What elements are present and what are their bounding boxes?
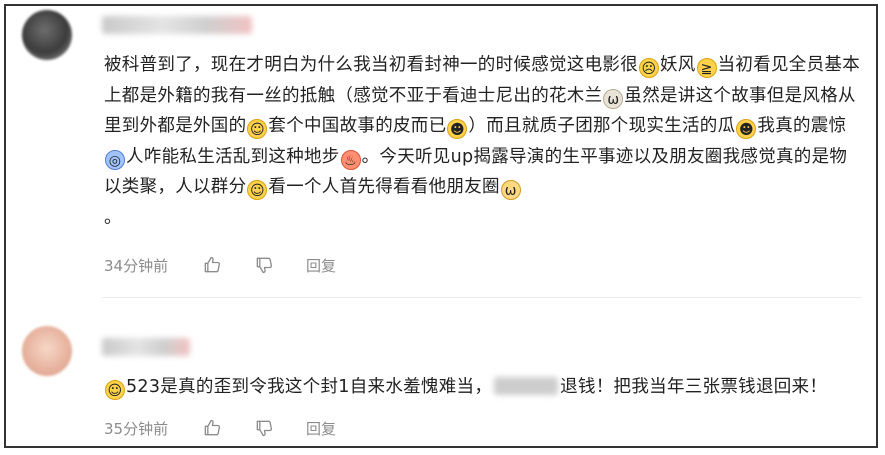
comment-text-segment: 我真的震惊 [757,116,847,136]
laughing-face-icon: ☺ [105,380,125,400]
comment-item: 被科普到了，现在才明白为什么我当初看封神一的时候感觉这电影很 ☹ 妖风 ≧ 当初看见全员… [6,6,876,296]
username-redacted[interactable] [102,16,252,34]
thumbs-down-icon [256,257,273,274]
avatar[interactable] [22,326,72,376]
comment-text-segment: 妖风 [660,55,696,75]
comment-meta: 35分钟前 回复 [104,416,368,440]
reply-button[interactable]: 回复 [306,418,336,439]
cry-laugh-icon: ☻ [736,119,757,139]
dislike-button[interactable] [254,255,274,275]
comment-timestamp: 34分钟前 [104,256,169,275]
cat-face-icon: ω [603,88,624,109]
comment-text-segment: 退钱！把我当年三张票钱退回来！ [560,377,828,397]
grin-squint-icon: ≧ [696,58,717,78]
thumbs-down-icon [256,420,273,437]
like-button[interactable] [202,255,222,275]
comment-text-segment: 人咋能私生活乱到这种地步 [126,146,340,167]
dislike-button[interactable] [254,418,274,438]
thumbs-up-icon [204,256,221,273]
comment-text-segment: 看一个人首先得看看他朋友圈 [268,177,500,197]
username-redacted[interactable] [102,338,190,356]
comment-meta: 34分钟前 回复 [104,253,368,277]
comment-text-segment: ）而且就质子团那个现实生活的瓜 [468,116,736,136]
red-angry-icon: ♨ [340,149,361,170]
avatar[interactable] [22,10,72,60]
cat-smirk-icon: ω [500,180,521,200]
shocked-scream-icon: ◎ [105,149,125,170]
comment-text-segment: 套个中国故事的皮而已 [268,116,447,136]
comment-text-segment: 被科普到了，现在才明白为什么我当初看封神一的时候感觉这电影很 [104,55,638,75]
comment-timestamp: 35分钟前 [104,419,169,438]
comment-text: 被科普到了，现在才明白为什么我当初看封神一的时候感觉这电影很 ☹ 妖风 ≧ 当初看见全员… [104,50,864,233]
comment-item: ☺ 523是真的歪到令我这个封1自来水羞愧难当， 退钱！把我当年三张票钱退回来！ 3… [6,298,876,448]
comment-text-segment: 523是真的歪到令我这个封1自来水羞愧难当， [126,377,493,397]
sad-face-icon: ☹ [639,58,659,78]
comment-list: 被科普到了，现在才明白为什么我当初看封神一的时候感觉这电影很 ☹ 妖风 ≧ 当初看见全员… [4,4,878,448]
redacted-text [494,377,559,395]
smirk-icon: ☺ [247,119,268,139]
comment-text: ☺ 523是真的歪到令我这个封1自来水羞愧难当， 退钱！把我当年三张票钱退回来！ [104,372,864,403]
cry-laugh-icon: ☻ [447,119,468,139]
like-button[interactable] [202,418,222,438]
comment-text-segment: 。 [104,207,122,228]
smirk-icon: ☺ [247,180,268,200]
thumbs-up-icon [204,419,221,436]
reply-button[interactable]: 回复 [306,255,336,276]
